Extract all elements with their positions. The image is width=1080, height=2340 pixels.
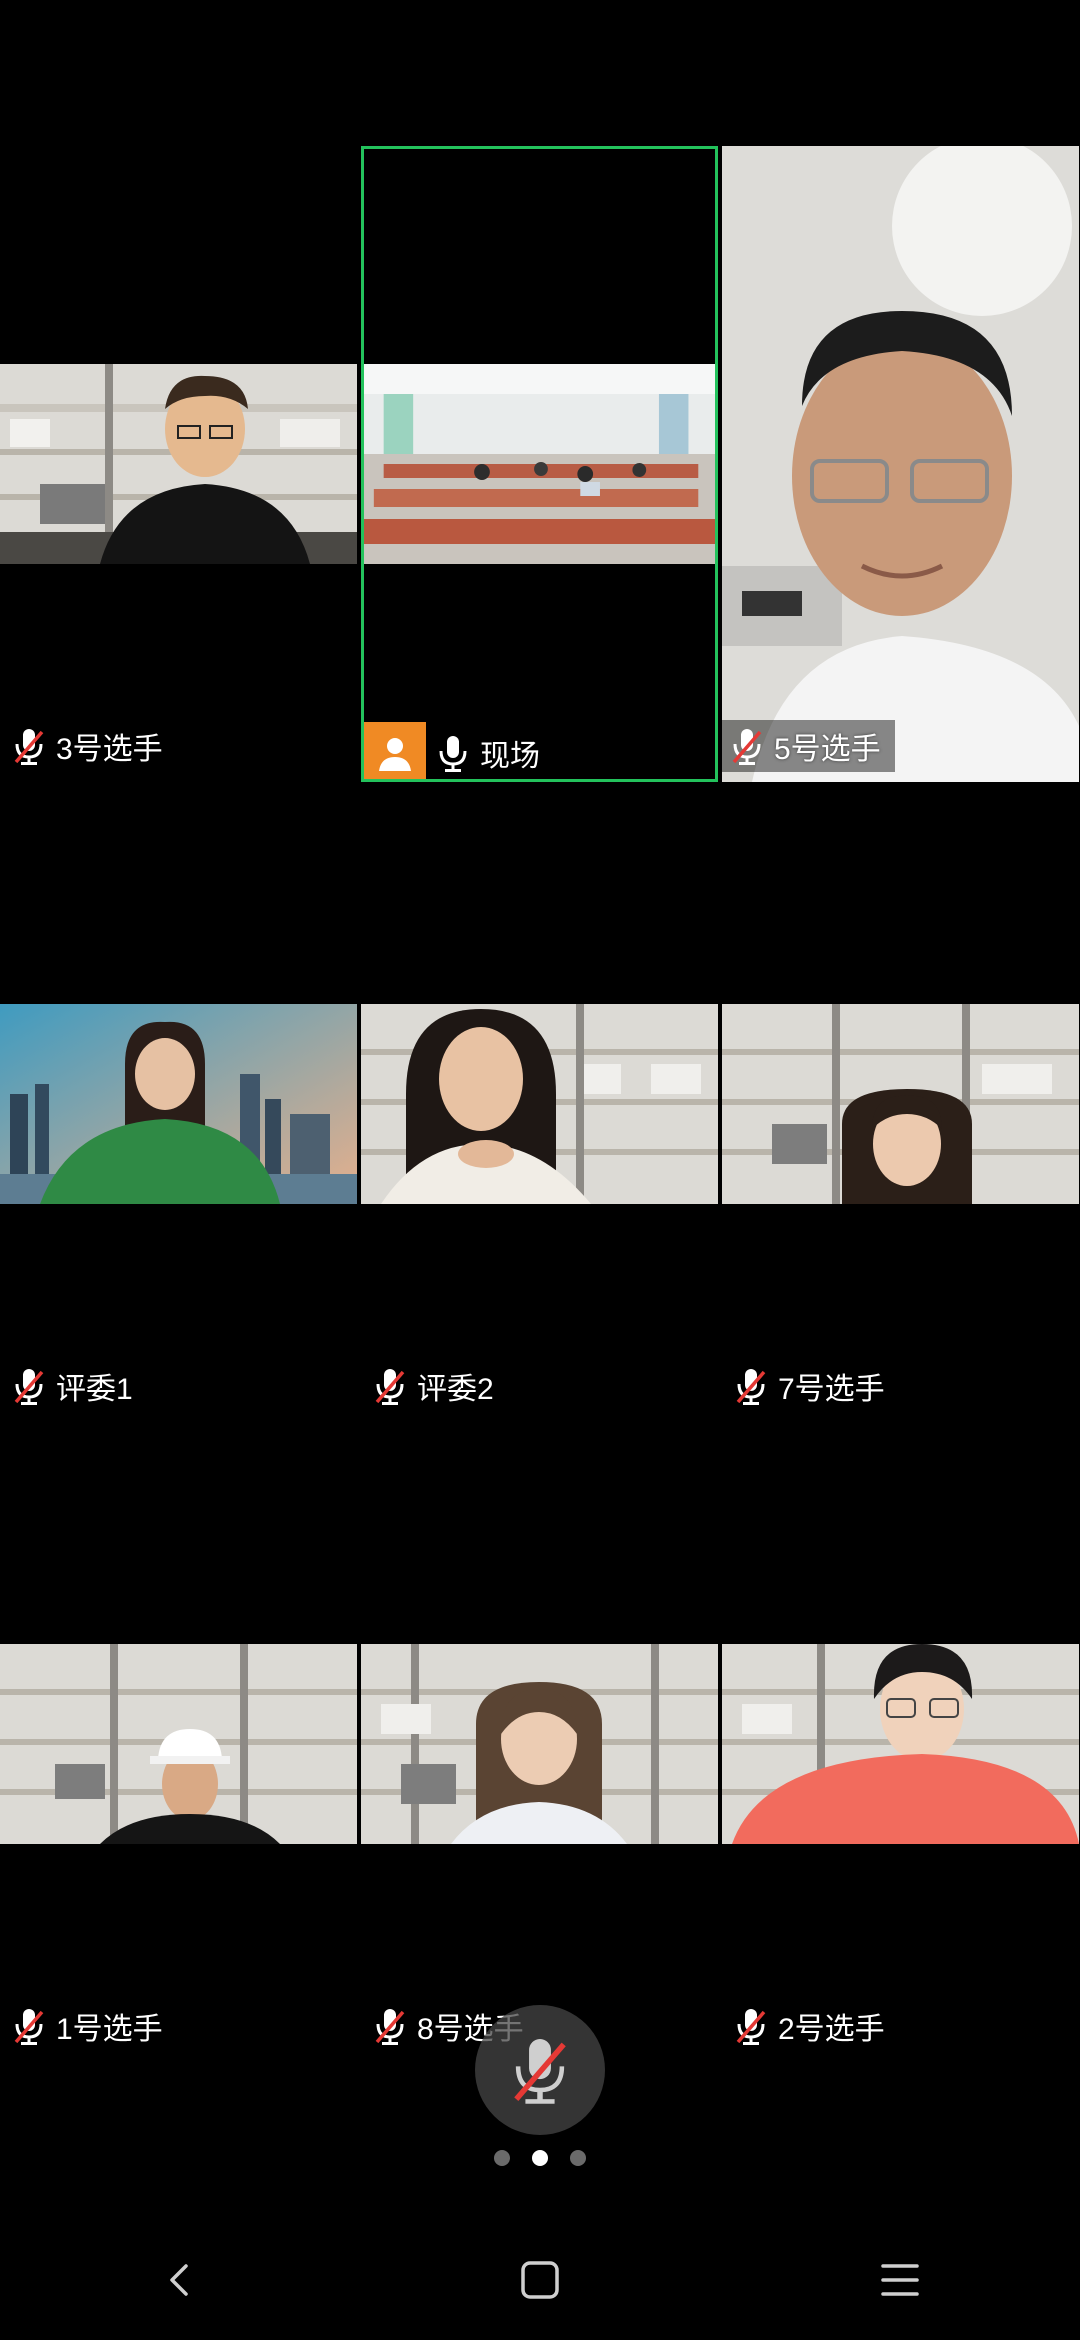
video-tile-player-3[interactable]: 3号选手 [0, 146, 357, 782]
mic-muted-icon [736, 1369, 766, 1405]
person-icon [364, 722, 426, 779]
video-tile-player-1[interactable]: 1号选手 [0, 1426, 357, 2062]
mic-muted-icon [14, 2009, 44, 2045]
video-tile-judge-1[interactable]: 评委1 [0, 786, 357, 1422]
participant-name: 3号选手 [56, 733, 163, 766]
video-tile-player-8[interactable]: 8号选手 [361, 1426, 718, 2062]
participant-name: 评委1 [56, 1373, 133, 1406]
video-feed [722, 146, 1079, 782]
home-icon [521, 2261, 559, 2299]
video-feed [722, 1004, 1079, 1204]
video-feed [364, 364, 715, 564]
participant-name: 现场 [480, 740, 540, 773]
mic-icon [439, 736, 467, 772]
video-feed [722, 1644, 1079, 1844]
video-tile-judge-2[interactable]: 评委2 [361, 786, 718, 1422]
mic-muted-icon [732, 729, 762, 765]
participant-name: 5号选手 [774, 733, 881, 766]
participant-name: 2号选手 [778, 2013, 885, 2046]
menu-icon [881, 2264, 919, 2296]
mic-muted-icon [375, 1369, 405, 1405]
video-feed [361, 1004, 718, 1204]
back-icon [170, 2264, 188, 2296]
system-nav-bar [0, 2220, 1080, 2340]
video-feed [0, 1644, 357, 1844]
participant-name: 7号选手 [778, 1373, 885, 1406]
mic-muted-icon [736, 2009, 766, 2045]
participant-name: 评委2 [417, 1373, 494, 1406]
video-tile-player-7[interactable]: 7号选手 [722, 786, 1079, 1422]
mute-toggle-button[interactable] [475, 2005, 605, 2135]
video-tile-player-5[interactable]: 5号选手 [722, 146, 1079, 782]
video-tile-venue[interactable]: 现场 [361, 146, 718, 782]
participant-name: 1号选手 [56, 2013, 163, 2046]
page-dot[interactable] [494, 2150, 510, 2166]
video-feed [0, 1004, 357, 1204]
video-feed [0, 364, 357, 564]
video-tile-player-2[interactable]: 2号选手 [722, 1426, 1079, 2062]
mic-muted-icon [14, 1369, 44, 1405]
page-dot-current[interactable] [532, 2150, 548, 2166]
mic-muted-icon [514, 2039, 566, 2104]
mic-muted-icon [14, 729, 44, 765]
page-dot[interactable] [570, 2150, 586, 2166]
page-indicator [0, 2150, 1080, 2166]
home-button[interactable] [495, 2235, 585, 2325]
mic-muted-icon [375, 2009, 405, 2045]
back-button[interactable] [135, 2235, 225, 2325]
video-feed [361, 1644, 718, 1844]
recents-button[interactable] [855, 2235, 945, 2325]
